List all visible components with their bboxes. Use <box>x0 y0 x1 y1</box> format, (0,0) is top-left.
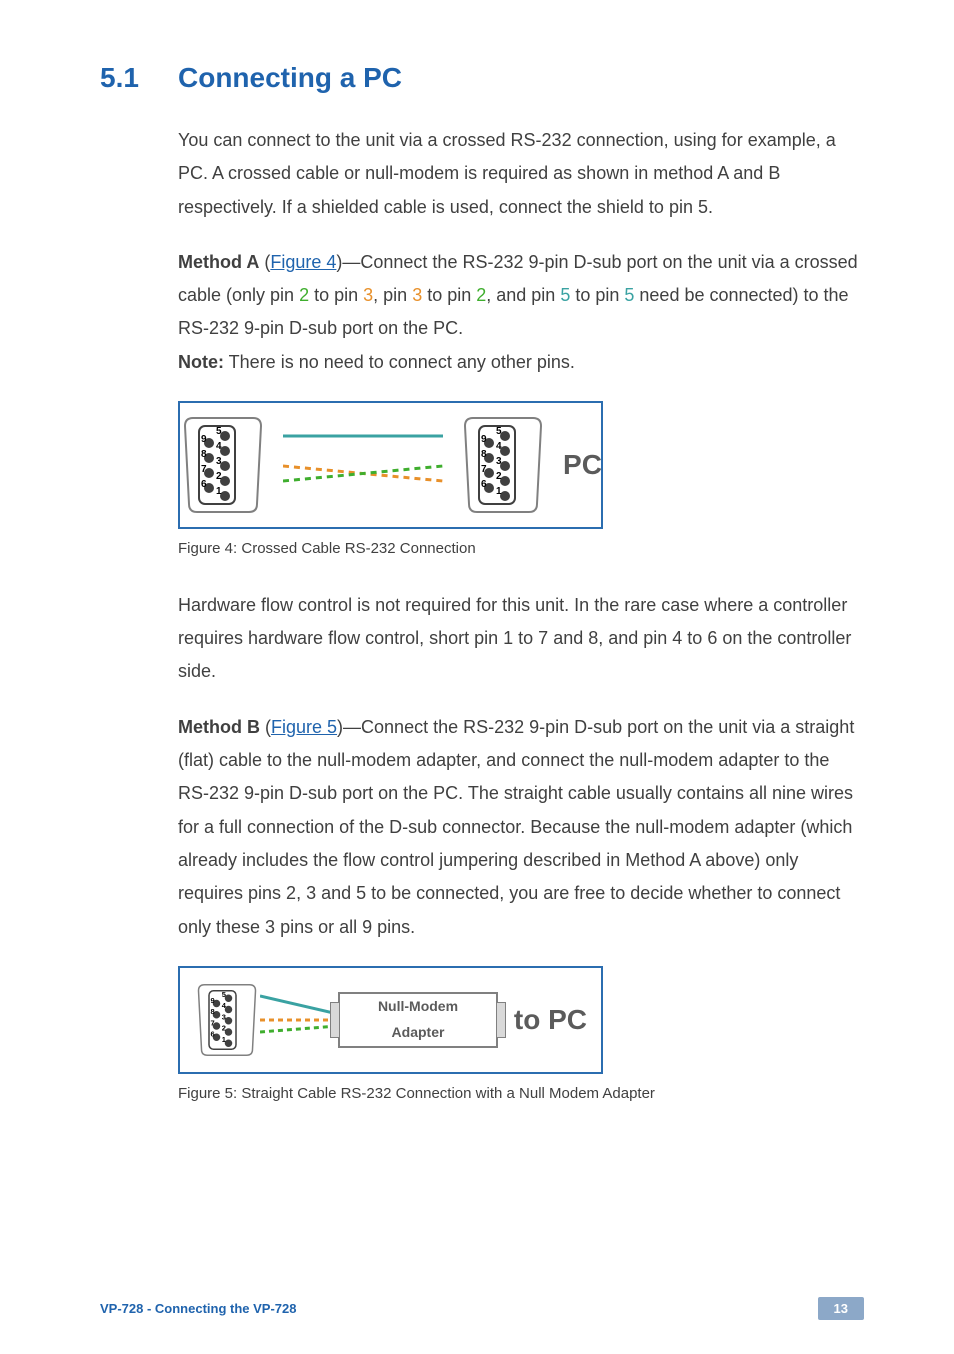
svg-text:1: 1 <box>216 486 222 497</box>
svg-text:3: 3 <box>216 456 222 467</box>
crossed-wires <box>283 416 443 514</box>
dsub-connector-small: 54321 9876 <box>194 980 260 1060</box>
figure-5-link[interactable]: Figure 5 <box>271 717 337 737</box>
svg-text:6: 6 <box>201 479 207 490</box>
pin-3: 3 <box>363 285 373 305</box>
svg-text:4: 4 <box>496 441 502 452</box>
svg-text:2: 2 <box>496 471 502 482</box>
method-b-paragraph: Method B (Figure 5)—Connect the RS-232 9… <box>178 711 864 944</box>
page-number: 13 <box>818 1297 864 1320</box>
svg-text:8: 8 <box>211 1007 215 1016</box>
straight-wires <box>260 980 338 1060</box>
svg-text:3: 3 <box>496 456 502 467</box>
svg-text:6: 6 <box>481 479 487 490</box>
hardware-flow-paragraph: Hardware flow control is not required fo… <box>178 589 864 689</box>
svg-text:6: 6 <box>211 1029 215 1038</box>
dsub-icon: 54321 9876 <box>194 980 260 1060</box>
text: to pin <box>570 285 624 305</box>
dsub-icon: 5 4 3 2 1 9 8 7 6 <box>179 416 267 514</box>
pc-label: PC <box>563 439 602 491</box>
note-label: Note: <box>178 352 224 372</box>
svg-text:5: 5 <box>216 426 222 437</box>
text: , and pin <box>486 285 560 305</box>
figure-4-link[interactable]: Figure 4 <box>270 252 336 272</box>
svg-text:8: 8 <box>481 449 487 460</box>
intro-paragraph: You can connect to the unit via a crosse… <box>178 124 864 224</box>
svg-text:1: 1 <box>496 486 502 497</box>
svg-text:3: 3 <box>222 1012 226 1021</box>
page-footer: VP-728 - Connecting the VP-728 13 <box>100 1297 864 1320</box>
pin-5: 5 <box>560 285 570 305</box>
dsub-connector-right: 5 4 3 2 1 9 8 7 6 <box>459 416 547 514</box>
svg-text:7: 7 <box>211 1018 215 1027</box>
figure-4: 5 4 3 2 1 9 8 7 6 <box>178 401 603 529</box>
null-modem-adapter: Null-Modem Adapter <box>338 992 498 1048</box>
pin-2: 2 <box>299 285 309 305</box>
figure-4-caption: Figure 4: Crossed Cable RS-232 Connectio… <box>178 535 864 563</box>
svg-text:4: 4 <box>216 441 222 452</box>
text: )—Connect the RS-232 9-pin D-sub port on… <box>178 717 854 937</box>
heading-number: 5.1 <box>100 62 178 94</box>
text: to pin <box>422 285 476 305</box>
figure-5: 54321 9876 Null-Modem Adapter to PC <box>178 966 603 1074</box>
svg-text:1: 1 <box>222 1035 226 1044</box>
svg-text:5: 5 <box>496 426 502 437</box>
pin-3: 3 <box>412 285 422 305</box>
method-a-label: Method A <box>178 252 259 272</box>
svg-text:9: 9 <box>211 996 215 1005</box>
dsub-connector-left: 5 4 3 2 1 9 8 7 6 <box>179 416 267 514</box>
svg-text:8: 8 <box>201 449 207 460</box>
figure-5-left: 54321 9876 Null-Modem Adapter <box>194 980 498 1060</box>
svg-text:2: 2 <box>222 1023 226 1032</box>
pin-2: 2 <box>476 285 486 305</box>
svg-text:9: 9 <box>201 434 207 445</box>
footer-title: VP-728 - Connecting the VP-728 <box>100 1301 297 1316</box>
text: , pin <box>373 285 412 305</box>
section-heading: 5.1 Connecting a PC <box>100 62 864 94</box>
svg-text:7: 7 <box>481 464 487 475</box>
page: 5.1 Connecting a PC You can connect to t… <box>0 0 954 1354</box>
method-b-label: Method B <box>178 717 260 737</box>
heading-title: Connecting a PC <box>178 62 402 94</box>
text: to pin <box>309 285 363 305</box>
body: You can connect to the unit via a crosse… <box>178 124 864 1108</box>
svg-text:2: 2 <box>216 471 222 482</box>
svg-text:5: 5 <box>222 990 226 999</box>
null-modem-label: Null-Modem Adapter <box>378 994 458 1046</box>
dsub-icon: 5 4 3 2 1 9 8 7 6 <box>459 416 547 514</box>
to-pc-label: to PC <box>514 994 587 1046</box>
wires-icon <box>283 416 443 514</box>
method-a-paragraph: Method A (Figure 4)—Connect the RS-232 9… <box>178 246 864 379</box>
note-text: There is no need to connect any other pi… <box>224 352 575 372</box>
svg-text:7: 7 <box>201 464 207 475</box>
svg-text:9: 9 <box>481 434 487 445</box>
figure-5-caption: Figure 5: Straight Cable RS-232 Connecti… <box>178 1080 864 1108</box>
pin-5: 5 <box>624 285 634 305</box>
